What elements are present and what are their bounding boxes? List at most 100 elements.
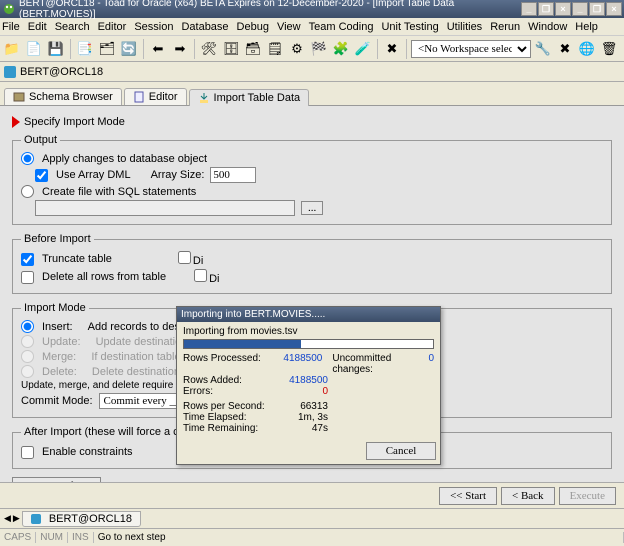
toolbar-icon[interactable]: 🧪 [353,39,373,59]
step-arrow-icon [12,116,20,128]
separator [377,39,378,59]
schema-icon [13,91,25,103]
menu-session[interactable]: Session [134,21,173,33]
browse-button[interactable]: ... [301,201,323,215]
child-close-button[interactable]: × [606,2,622,16]
scroll-left-icon[interactable]: ◀ [4,513,11,524]
truncate-checkbox[interactable] [21,253,34,266]
toolbar-icon[interactable]: 🧩 [331,39,351,59]
menu-view[interactable]: View [277,21,301,33]
toolbar-icon[interactable]: 📑 [75,39,95,59]
errors: 0 [268,386,328,397]
create-file-radio[interactable] [21,185,34,198]
workspace-combo[interactable]: <No Workspace selected> [411,40,531,58]
status-hint: Go to next step [94,532,624,543]
toolbar-icon[interactable]: 🗄 [221,39,241,59]
menu-debug[interactable]: Debug [237,21,269,33]
menu-help[interactable]: Help [575,21,598,33]
connection-icon[interactable] [4,66,16,78]
delete-radio [21,365,34,378]
tab-editor[interactable]: Editor [124,88,187,105]
menubar: File Edit Search Editor Session Database… [0,18,624,36]
close-button[interactable]: × [555,2,571,16]
start-button[interactable]: << Start [439,487,497,505]
tab-import-table-data[interactable]: Import Table Data [189,89,310,106]
page-title: Specify Import Mode [24,116,125,128]
menu-unittesting[interactable]: Unit Testing [381,21,438,33]
window-title: BERT@ORCL18 - Toad for Oracle (x64) BETA… [19,0,521,20]
toolbar-icon[interactable]: 🏁 [309,39,329,59]
dialog-source: Importing from movies.tsv [183,326,434,337]
delete-all-checkbox[interactable] [21,271,34,284]
titlebar: BERT@ORCL18 - Toad for Oracle (x64) BETA… [0,0,624,18]
wizard-page: Specify Import Mode Output Apply changes… [0,106,624,482]
separator [70,39,71,59]
wizard-nav: << Start < Back Execute [0,482,624,508]
toolbar-icon[interactable]: 🔧 [533,39,553,59]
menu-utilities[interactable]: Utilities [447,21,482,33]
output-legend: Output [21,134,60,146]
toolbar-icon[interactable]: 🗒 [265,39,285,59]
bottom-tabbar: ◀ ▶ BERT@ORCL18 [0,508,624,528]
separator [406,39,407,59]
dialog-title: Importing into BERT.MOVIES..... [177,307,440,322]
toolbar-icon[interactable]: 🗑 [599,39,619,59]
toolbar-icon[interactable]: 🗃 [243,39,263,59]
mode-legend: Import Mode [21,302,89,314]
disable-t-checkbox[interactable] [194,269,207,282]
before-import-group: Before Import Truncate table Di Delete a… [12,233,612,294]
cancel-button[interactable]: Cancel [366,442,436,460]
menu-window[interactable]: Window [528,21,567,33]
toolbar-icon[interactable]: ⚙ [287,39,307,59]
apply-radio[interactable] [21,152,34,165]
toolbar-icon[interactable]: 🛠 [199,39,219,59]
merge-radio [21,350,34,363]
minimize-button[interactable]: _ [521,2,537,16]
progress-dialog: Importing into BERT.MOVIES..... Importin… [176,306,441,465]
time-elapsed: 1m, 3s [268,412,328,423]
toolbar-icon[interactable]: 🌐 [577,39,597,59]
menu-edit[interactable]: Edit [28,21,47,33]
back-button[interactable]: < Back [501,487,555,505]
toolbar-icon[interactable]: 📁 [2,39,22,59]
execute-button: Execute [559,487,616,505]
array-dml-checkbox[interactable] [35,169,48,182]
app-icon [2,2,16,16]
toolbar-icon[interactable]: 🔄 [119,39,139,59]
menu-database[interactable]: Database [181,21,228,33]
status-bar: CAPS NUM INS Go to next step [0,528,624,546]
toolbar-icon[interactable]: ➡ [170,39,190,59]
connection-tab[interactable]: BERT@ORCL18 [22,511,141,527]
update-radio [21,335,34,348]
toolbar-icon[interactable]: 💾 [46,39,66,59]
connection-bar: BERT@ORCL18 [0,62,624,82]
toolbar-icon[interactable]: ✖ [555,39,575,59]
child-minimize-button[interactable]: _ [572,2,588,16]
separator [143,39,144,59]
sql-file-input [35,200,295,216]
toolbar-icon[interactable]: 🗂 [97,39,117,59]
menu-search[interactable]: Search [55,21,90,33]
separator [194,39,195,59]
disable-c-checkbox[interactable] [178,251,191,264]
insert-radio[interactable] [21,320,34,333]
toolbar-icon[interactable]: ✖ [382,39,402,59]
menu-file[interactable]: File [2,21,20,33]
restore-button[interactable]: ❐ [538,2,554,16]
num-indicator: NUM [36,532,68,543]
progress-fill [184,340,301,348]
scroll-right-icon[interactable]: ▶ [13,513,20,524]
time-remaining: 47s [268,423,328,434]
tab-schema-browser[interactable]: Schema Browser [4,88,122,105]
commit-label: Commit Mode: [21,395,93,407]
child-restore-button[interactable]: ❐ [589,2,605,16]
rows-added: 4188500 [268,375,328,386]
menu-editor[interactable]: Editor [98,21,127,33]
progress-bar [183,339,434,349]
toolbar-icon[interactable]: 📄 [24,39,44,59]
menu-teamcoding[interactable]: Team Coding [309,21,374,33]
toolbar-icon[interactable]: ⬅ [148,39,168,59]
enable-constraints-checkbox[interactable] [21,446,34,459]
array-size-input[interactable] [210,167,256,183]
menu-rerun[interactable]: Rerun [490,21,520,33]
